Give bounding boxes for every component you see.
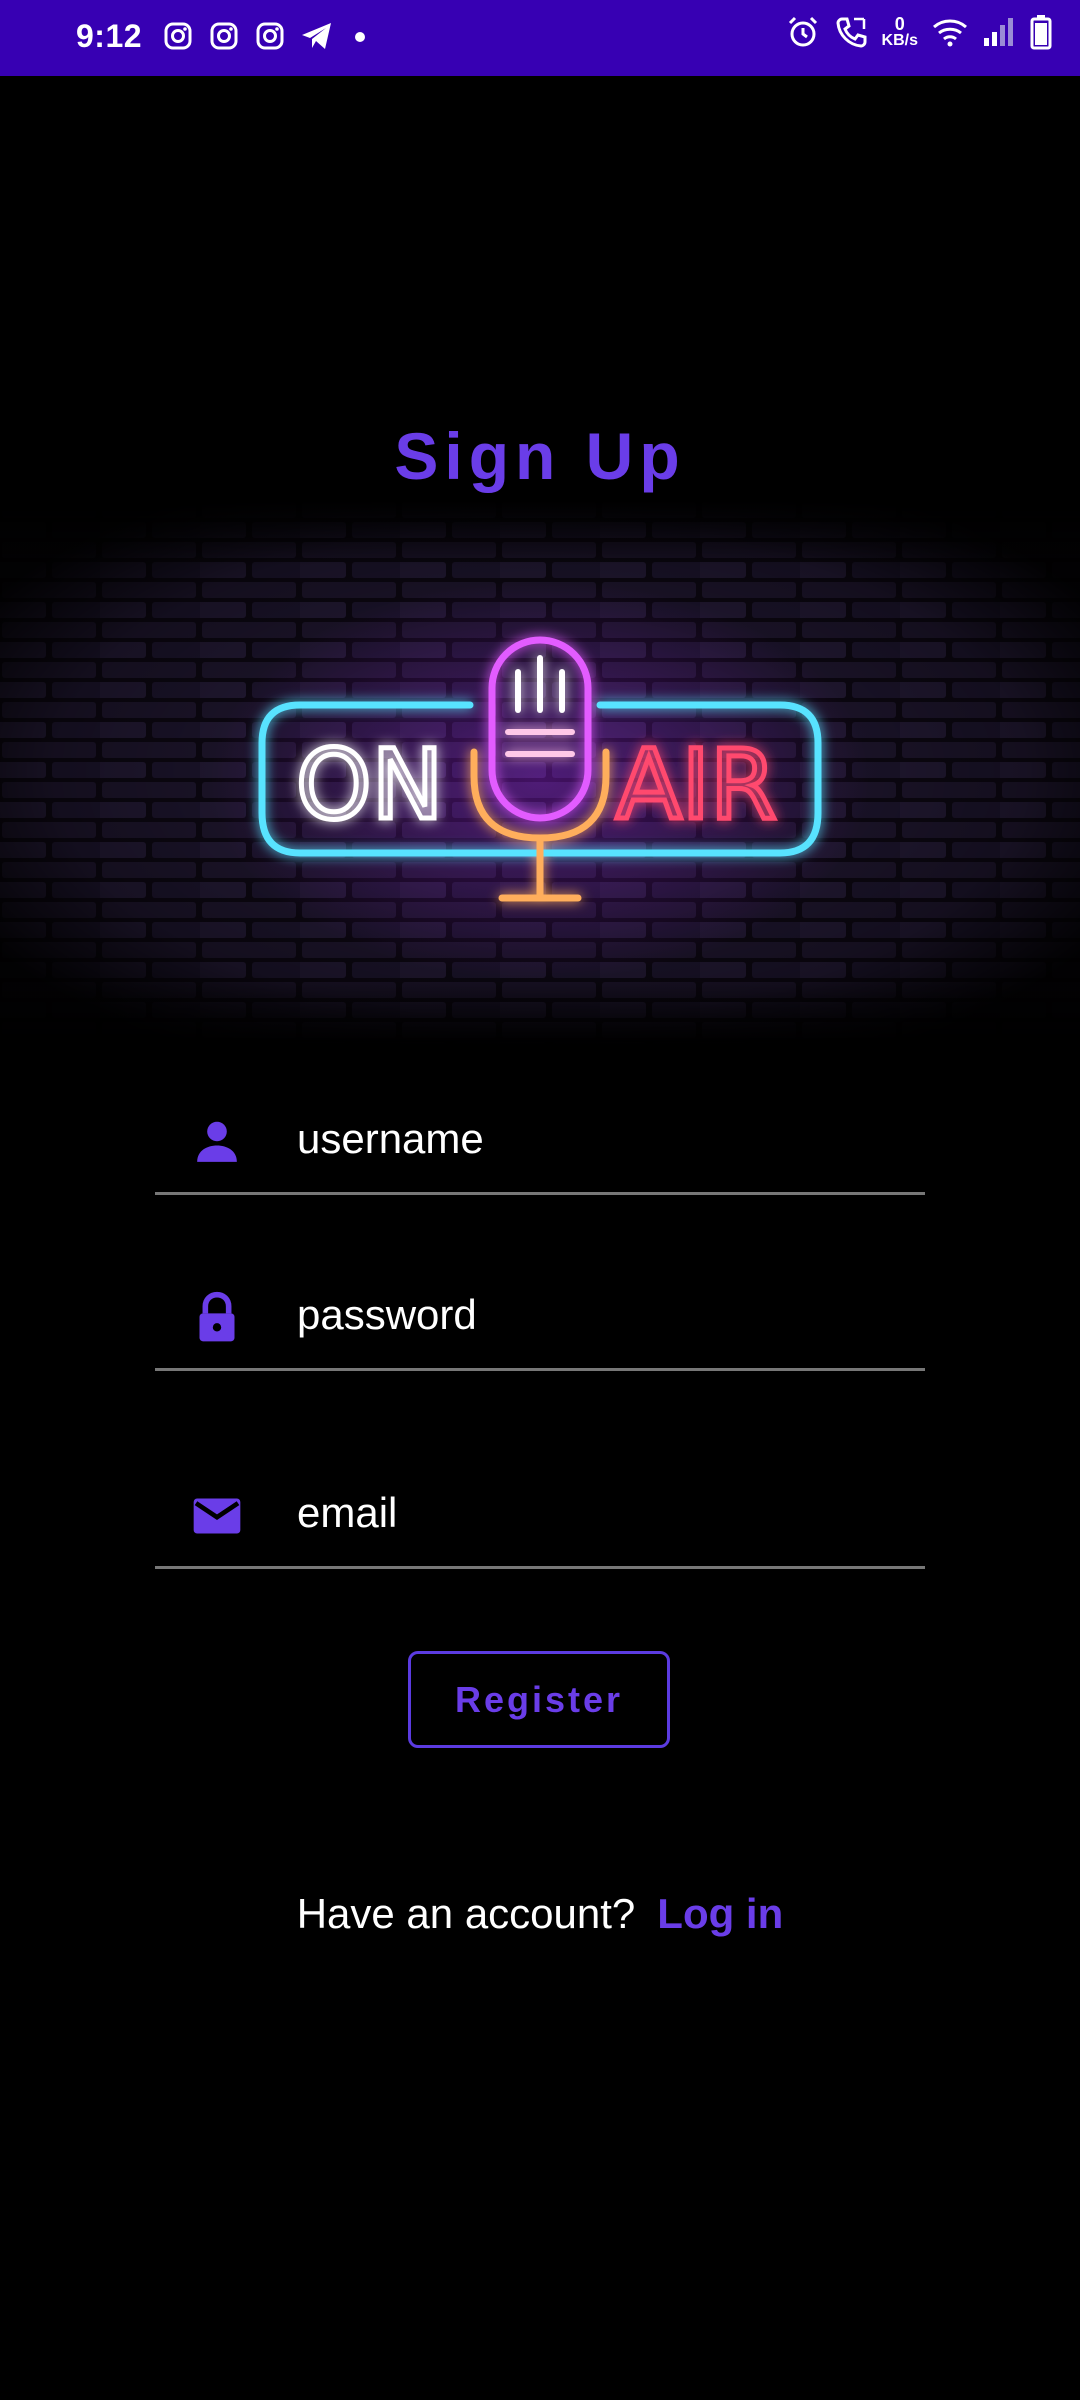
network-speed: 0 KB/s bbox=[882, 15, 918, 49]
alarm-icon bbox=[788, 16, 817, 47]
network-speed-value: 0 bbox=[894, 14, 905, 34]
notification-icons bbox=[162, 20, 372, 52]
password-input[interactable] bbox=[297, 1280, 897, 1350]
have-account-text: Have an account? bbox=[296, 1890, 636, 1937]
login-row: Have an account? Log in bbox=[0, 1890, 1080, 1938]
password-field[interactable] bbox=[155, 1258, 925, 1371]
email-input[interactable] bbox=[297, 1478, 897, 1548]
signal-icon bbox=[984, 18, 1013, 46]
person-icon bbox=[197, 1121, 237, 1162]
status-bar: 9:12 0 KB/s bbox=[0, 0, 1080, 76]
mail-icon bbox=[193, 1498, 241, 1534]
instagram-icon bbox=[256, 22, 284, 50]
email-field[interactable] bbox=[155, 1456, 925, 1569]
telegram-icon bbox=[302, 23, 331, 49]
system-icons: 0 KB/s bbox=[786, 14, 1052, 50]
on-air-banner: ON AIR bbox=[0, 500, 1080, 1045]
instagram-icon bbox=[164, 22, 192, 50]
register-button[interactable]: Register bbox=[408, 1651, 670, 1748]
air-text: AIR bbox=[616, 729, 777, 841]
status-time: 9:12 bbox=[76, 18, 143, 54]
call-icon bbox=[836, 17, 867, 48]
battery-icon bbox=[1030, 15, 1052, 50]
username-field[interactable] bbox=[155, 1082, 925, 1195]
wifi-icon bbox=[933, 19, 967, 47]
lock-icon bbox=[199, 1291, 235, 1342]
dot-icon bbox=[355, 32, 365, 42]
login-link[interactable]: Log in bbox=[657, 1890, 783, 1937]
on-text: ON bbox=[296, 729, 443, 841]
instagram-icon bbox=[210, 22, 238, 50]
username-input[interactable] bbox=[297, 1104, 897, 1174]
network-speed-unit: KB/s bbox=[881, 32, 918, 49]
page-title: Sign Up bbox=[394, 419, 686, 493]
